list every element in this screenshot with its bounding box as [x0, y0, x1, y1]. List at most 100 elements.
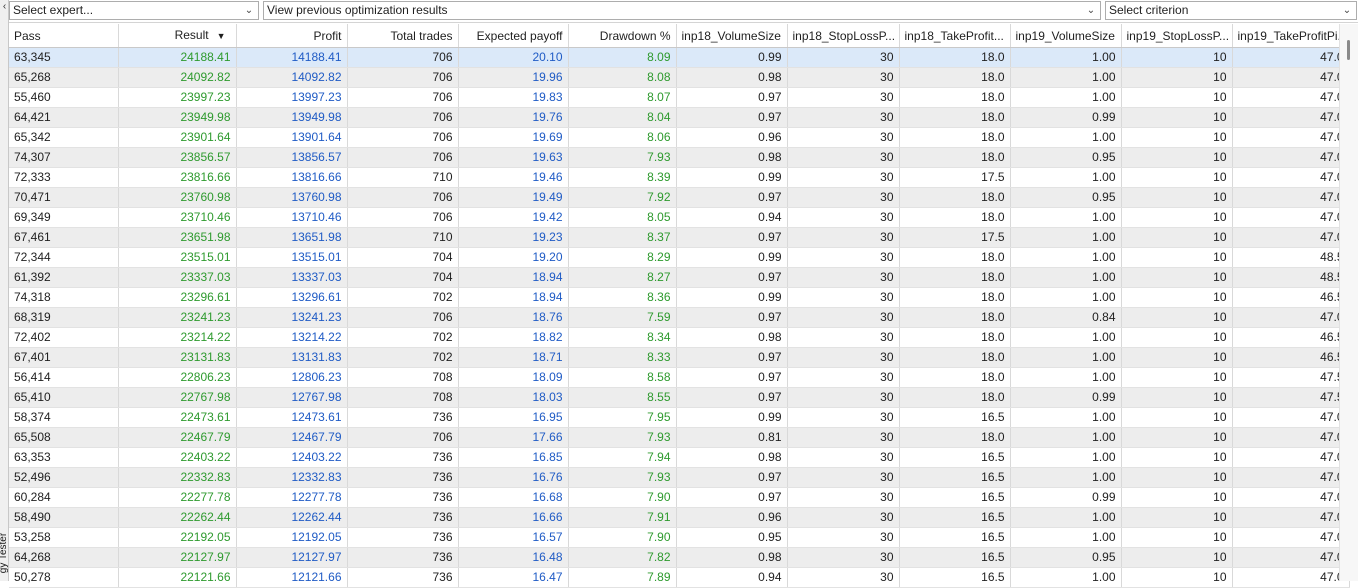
table-cell: 47.0 [1232, 207, 1350, 228]
table-cell: 1.00 [1010, 287, 1122, 308]
select-criterion-dropdown[interactable]: Select criterion ⌄ [1105, 1, 1357, 20]
table-cell: 10 [1121, 507, 1233, 528]
table-cell: 8.04 [568, 107, 677, 128]
table-cell: 16.48 [458, 547, 569, 568]
table-row[interactable]: 55,460 23997.23 13997.23 706 19.83 8.07 0.97 30… [9, 87, 1350, 108]
table-cell: 1.00 [1010, 227, 1122, 248]
table-cell: 22403.22 [118, 447, 237, 468]
table-row[interactable]: 63,353 22403.22 12403.22 736 16.85 7.94 0.98 30… [9, 447, 1350, 468]
table-row[interactable]: 68,319 23241.23 13241.23 706 18.76 7.59 0.97 30… [9, 307, 1350, 328]
table-cell: 30 [787, 407, 900, 428]
table-cell: 30 [787, 67, 900, 88]
table-cell: 18.03 [458, 387, 569, 408]
table-cell: 10 [1121, 327, 1233, 348]
optimization-results-dropdown[interactable]: View previous optimization results ⌄ [263, 1, 1101, 20]
column-header-inp19-volume[interactable]: inp19_VolumeSize [1010, 24, 1122, 48]
vertical-scrollbar[interactable] [1339, 24, 1358, 581]
sort-descending-icon: ▼ [216, 31, 226, 41]
table-cell: 30 [787, 507, 900, 528]
table-cell: 63,353 [9, 447, 119, 468]
table-cell: 0.99 [1010, 107, 1122, 128]
table-cell: 706 [347, 307, 459, 328]
table-row[interactable]: 58,490 22262.44 12262.44 736 16.66 7.91 0.96 30… [9, 507, 1350, 528]
table-cell: 0.99 [676, 47, 788, 68]
table-cell: 50,278 [9, 567, 119, 588]
table-cell: 18.0 [899, 327, 1011, 348]
table-row[interactable]: 67,401 23131.83 13131.83 702 18.71 8.33 0.97 30… [9, 347, 1350, 368]
table-cell: 12262.44 [236, 507, 348, 528]
column-header-total-trades[interactable]: Total trades [347, 24, 459, 48]
table-cell: 65,508 [9, 427, 119, 448]
table-cell: 23949.98 [118, 107, 237, 128]
table-row[interactable]: 56,414 22806.23 12806.23 708 18.09 8.58 0.97 30… [9, 367, 1350, 388]
table-row[interactable]: 61,392 23337.03 13337.03 704 18.94 8.27 0.97 30… [9, 267, 1350, 288]
table-cell: 65,268 [9, 67, 119, 88]
table-cell: 16.76 [458, 467, 569, 488]
table-cell: 18.0 [899, 307, 1011, 328]
table-row[interactable]: 72,402 23214.22 13214.22 702 18.82 8.34 0.98 30… [9, 327, 1350, 348]
table-cell: 10 [1121, 407, 1233, 428]
table-row[interactable]: 72,333 23816.66 13816.66 710 19.46 8.39 0.99 30… [9, 167, 1350, 188]
table-row[interactable]: 52,496 22332.83 12332.83 736 16.76 7.93 0.97 30… [9, 467, 1350, 488]
table-row[interactable]: 67,461 23651.98 13651.98 710 19.23 8.37 0.97 30… [9, 227, 1350, 248]
table-row[interactable]: 65,268 24092.82 14092.82 706 19.96 8.08 0.98 30… [9, 67, 1350, 88]
table-cell: 706 [347, 127, 459, 148]
table-row[interactable]: 65,342 23901.64 13901.64 706 19.69 8.06 0.96 30… [9, 127, 1350, 148]
table-cell: 30 [787, 427, 900, 448]
table-cell: 1.00 [1010, 567, 1122, 588]
table-cell: 8.55 [568, 387, 677, 408]
scrollbar-thumb[interactable] [1347, 40, 1350, 60]
column-header-inp18-takeprofit[interactable]: inp18_TakeProfit... [899, 24, 1011, 48]
table-row[interactable]: 63,345 24188.41 14188.41 706 20.10 8.09 0.99 30… [9, 47, 1350, 68]
table-row[interactable]: 53,258 22192.05 12192.05 736 16.57 7.90 0.95 30… [9, 527, 1350, 548]
table-cell: 30 [787, 87, 900, 108]
column-header-pass[interactable]: Pass [9, 24, 119, 48]
table-cell: 704 [347, 267, 459, 288]
table-row[interactable]: 58,374 22473.61 12473.61 736 16.95 7.95 0.99 30… [9, 407, 1350, 428]
table-cell: 30 [787, 547, 900, 568]
column-header-inp18-stoploss[interactable]: inp18_StopLossP... [787, 24, 900, 48]
table-row[interactable]: 60,284 22277.78 12277.78 736 16.68 7.90 0.97 30… [9, 487, 1350, 508]
table-cell: 0.99 [1010, 487, 1122, 508]
table-cell: 736 [347, 507, 459, 528]
column-header-inp19-takeprofit[interactable]: inp19_TakeProfitPi... [1232, 24, 1350, 48]
table-cell: 0.94 [676, 207, 788, 228]
column-header-profit[interactable]: Profit [236, 24, 348, 48]
column-header-inp19-stoploss[interactable]: inp19_StopLossP... [1121, 24, 1233, 48]
table-cell: 19.49 [458, 187, 569, 208]
table-cell: 18.0 [899, 147, 1011, 168]
table-cell: 8.27 [568, 267, 677, 288]
column-header-inp18-volume[interactable]: inp18_VolumeSize [676, 24, 788, 48]
table-row[interactable]: 64,268 22127.97 12127.97 736 16.48 7.82 0.98 30… [9, 547, 1350, 568]
table-row[interactable]: 64,421 23949.98 13949.98 706 19.76 8.04 0.97 30… [9, 107, 1350, 128]
table-cell: 63,345 [9, 47, 119, 68]
column-header-drawdown[interactable]: Drawdown % [568, 24, 677, 48]
table-cell: 18.0 [899, 247, 1011, 268]
table-cell: 13241.23 [236, 307, 348, 328]
table-row[interactable]: 65,410 22767.98 12767.98 708 18.03 8.55 0.97 30… [9, 387, 1350, 408]
table-cell: 0.98 [676, 327, 788, 348]
table-row[interactable]: 69,349 23710.46 13710.46 706 19.42 8.05 0.94 30… [9, 207, 1350, 228]
select-expert-dropdown[interactable]: Select expert... ⌄ [9, 1, 259, 20]
table-cell: 47.5 [1232, 367, 1350, 388]
collapse-arrow-icon[interactable]: ‹ [0, 1, 9, 13]
table-row[interactable]: 74,318 23296.61 13296.61 702 18.94 8.36 0.99 30… [9, 287, 1350, 308]
table-cell: 16.57 [458, 527, 569, 548]
table-cell: 10 [1121, 167, 1233, 188]
strategy-tester-tab-label[interactable]: gy Tester [0, 527, 9, 579]
table-cell: 0.97 [676, 487, 788, 508]
table-cell: 13131.83 [236, 347, 348, 368]
table-cell: 16.5 [899, 447, 1011, 468]
table-cell: 47.0 [1232, 427, 1350, 448]
table-row[interactable]: 74,307 23856.57 13856.57 706 19.63 7.93 0.98 30… [9, 147, 1350, 168]
table-cell: 1.00 [1010, 47, 1122, 68]
table-row[interactable]: 65,508 22467.79 12467.79 706 17.66 7.93 0.81 30… [9, 427, 1350, 448]
table-cell: 1.00 [1010, 67, 1122, 88]
table-cell: 8.08 [568, 67, 677, 88]
table-cell: 12806.23 [236, 367, 348, 388]
table-row[interactable]: 50,278 22121.66 12121.66 736 16.47 7.89 0.94 30… [9, 567, 1350, 588]
column-header-expected-payoff[interactable]: Expected payoff [458, 24, 569, 48]
table-row[interactable]: 72,344 23515.01 13515.01 704 19.20 8.29 0.99 30… [9, 247, 1350, 268]
table-row[interactable]: 70,471 23760.98 13760.98 706 19.49 7.92 0.97 30… [9, 187, 1350, 208]
column-header-result[interactable]: Result ▼ [118, 24, 237, 48]
